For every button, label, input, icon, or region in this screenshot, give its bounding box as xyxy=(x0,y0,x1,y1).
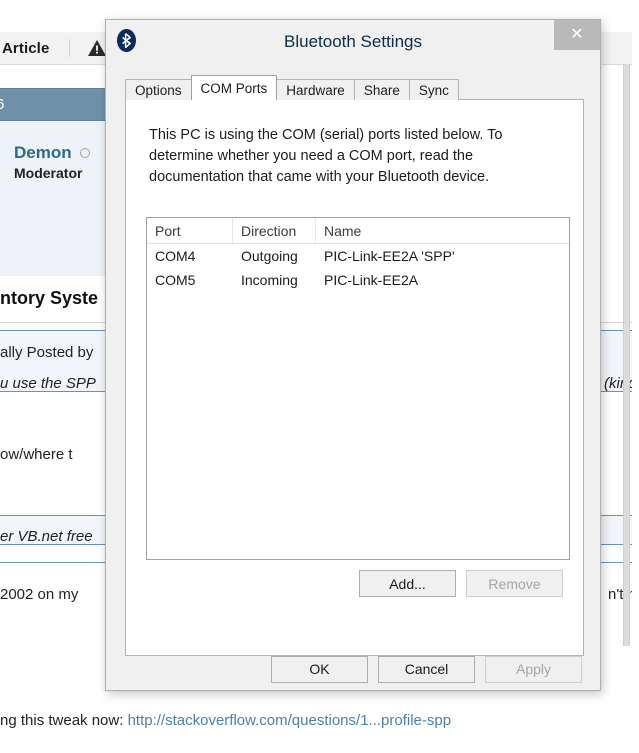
background-text-line-4: er VB.net free xyxy=(0,528,93,545)
dialog-tab-strip: Options COM Ports Hardware Share Sync xyxy=(125,76,458,100)
background-bottom-prefix: ng this tweak now: xyxy=(0,712,128,729)
background-right-margin xyxy=(632,0,639,753)
background-text-line-5: 2002 on my xyxy=(0,586,78,603)
list-action-buttons: Add... Remove xyxy=(126,570,583,597)
bluetooth-settings-dialog: Bluetooth Settings ✕ Options COM Ports H… xyxy=(105,19,601,691)
remove-button: Remove xyxy=(466,570,563,597)
background-thread-title: ntory Syste xyxy=(0,288,98,309)
cell-direction: Outgoing xyxy=(233,244,316,268)
background-scrollbar[interactable] xyxy=(623,64,630,646)
add-button[interactable]: Add... xyxy=(359,570,456,597)
dialog-footer-buttons: OK Cancel Apply xyxy=(106,656,600,690)
com-ports-list-header: Port Direction Name xyxy=(147,218,569,244)
online-status-dot-icon xyxy=(80,148,90,158)
com-ports-list[interactable]: Port Direction Name COM4 Outgoing PIC-Li… xyxy=(146,217,570,560)
column-header-port[interactable]: Port xyxy=(147,218,233,243)
ok-button[interactable]: OK xyxy=(271,656,368,683)
table-row[interactable]: COM5 Incoming PIC-Link-EE2A xyxy=(147,268,569,292)
com-ports-tab-panel: This PC is using the COM (serial) ports … xyxy=(125,99,584,656)
toolbar-divider xyxy=(69,39,70,57)
cell-port: COM4 xyxy=(147,244,233,268)
cancel-button[interactable]: Cancel xyxy=(378,656,475,683)
tab-hardware[interactable]: Hardware xyxy=(276,79,355,100)
cell-name: PIC-Link-EE2A xyxy=(316,268,569,292)
background-post-number: 6 xyxy=(0,96,4,113)
column-header-direction[interactable]: Direction xyxy=(233,218,316,243)
tab-com-ports[interactable]: COM Ports xyxy=(191,75,278,100)
background-author-title: Moderator xyxy=(14,165,82,181)
background-text-line-0: ally Posted by xyxy=(0,344,93,361)
background-author-name[interactable]: Demon xyxy=(14,143,72,163)
tab-share[interactable]: Share xyxy=(354,79,410,100)
background-post-banner: 6 xyxy=(0,88,108,121)
cell-name: PIC-Link-EE2A 'SPP' xyxy=(316,244,569,268)
background-text-line-1: u use the SPP xyxy=(0,375,96,392)
background-text-line-3: ow/where t xyxy=(0,446,73,463)
cell-direction: Incoming xyxy=(233,268,316,292)
apply-button: Apply xyxy=(485,656,582,683)
cell-port: COM5 xyxy=(147,268,233,292)
tab-sync[interactable]: Sync xyxy=(409,79,459,100)
dialog-title-bar[interactable]: Bluetooth Settings ✕ xyxy=(106,20,600,70)
background-toolbar-article-label: Article xyxy=(2,40,49,57)
close-icon[interactable]: ✕ xyxy=(554,20,600,50)
tab-options[interactable]: Options xyxy=(125,79,192,100)
com-ports-description: This PC is using the COM (serial) ports … xyxy=(149,125,549,188)
column-header-name[interactable]: Name xyxy=(316,218,569,243)
warning-triangle-icon xyxy=(88,40,106,56)
background-bottom-line: ng this tweak now: http://stackoverflow.… xyxy=(0,712,451,729)
background-bottom-link[interactable]: http://stackoverflow.com/questions/1...p… xyxy=(128,712,452,729)
table-row[interactable]: COM4 Outgoing PIC-Link-EE2A 'SPP' xyxy=(147,244,569,268)
dialog-title: Bluetooth Settings xyxy=(106,32,600,52)
